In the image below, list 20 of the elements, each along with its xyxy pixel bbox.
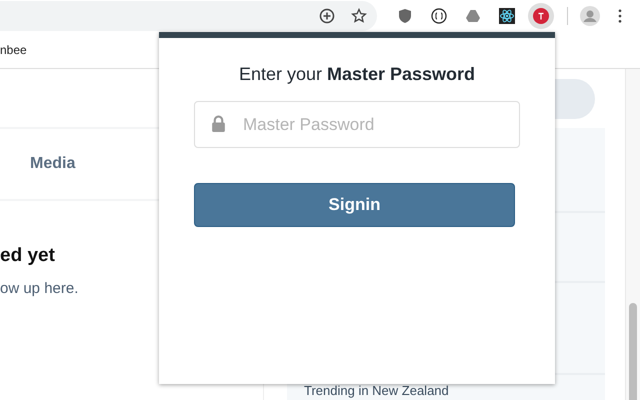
extension-button[interactable] — [528, 3, 554, 29]
shield-icon[interactable] — [397, 8, 413, 24]
add-icon[interactable] — [319, 8, 335, 24]
lock-icon — [211, 115, 226, 132]
star-icon[interactable] — [351, 8, 367, 24]
menu-icon[interactable] — [618, 9, 622, 23]
signin-button[interactable]: Signin — [194, 183, 515, 227]
braces-circle-icon[interactable] — [431, 8, 447, 24]
avatar-icon[interactable] — [580, 6, 600, 26]
bookmark-link[interactable]: nbee — [0, 43, 27, 57]
password-field[interactable]: Master Password — [194, 101, 520, 148]
atom-icon[interactable] — [499, 8, 515, 24]
empty-state-text: ow up here. — [0, 280, 80, 297]
circle-t-icon — [533, 8, 549, 24]
scrollbar-thumb[interactable] — [629, 303, 637, 400]
popup-title: Enter your Master Password — [238, 64, 476, 85]
media-tab[interactable]: Media — [30, 155, 76, 173]
empty-state-title: ed yet — [0, 245, 56, 267]
trends-heading: Trending in New Zealand — [303, 382, 450, 398]
scrollbar[interactable] — [625, 69, 640, 400]
